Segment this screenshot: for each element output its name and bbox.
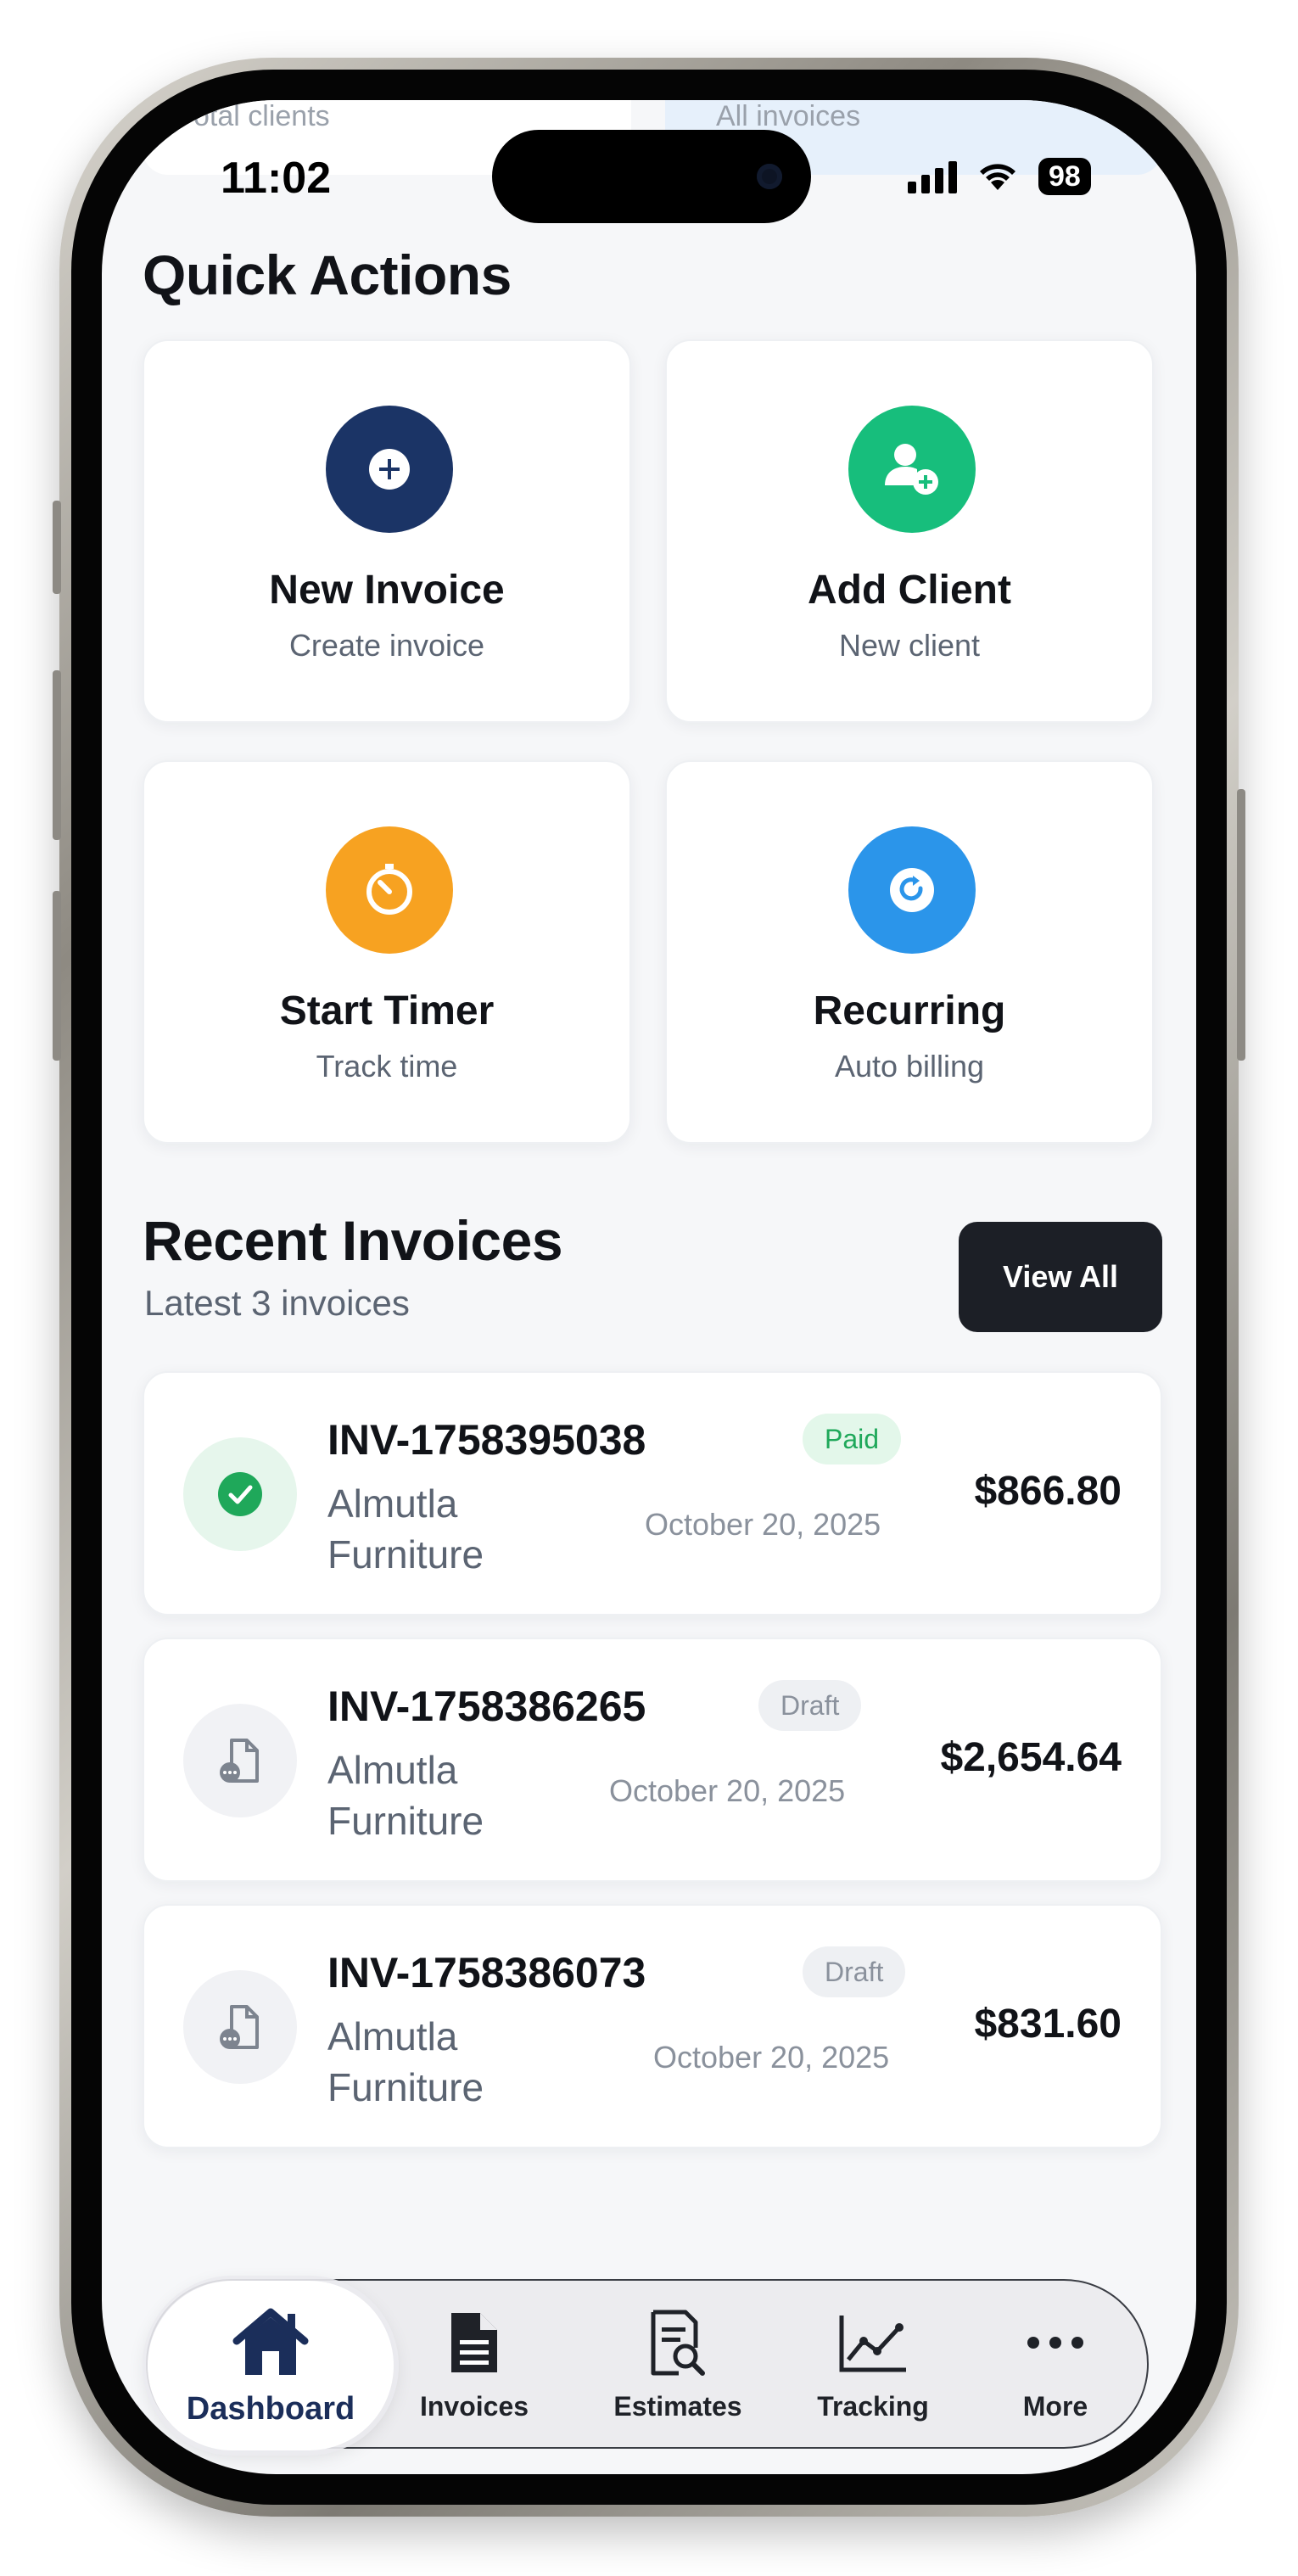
tab-invoices[interactable]: Invoices (411, 2281, 538, 2450)
side-button-action (53, 501, 61, 594)
status-indicators: 98 (908, 156, 1091, 197)
invoice-client: Almutla Furniture (327, 1748, 484, 1843)
invoice-number: INV-1758386073 (327, 1949, 646, 1996)
line-chart-icon (838, 2304, 908, 2381)
status-badge: Draft (803, 1946, 906, 1997)
invoice-client: Almutla Furniture (327, 1481, 484, 1576)
quick-actions-title: Quick Actions (143, 244, 512, 306)
new-invoice-card[interactable]: New Invoice Create invoice (143, 339, 631, 723)
tab-invoices-label: Invoices (419, 2391, 529, 2422)
timer-icon (326, 826, 453, 954)
plus-circle-icon (326, 406, 453, 533)
invoice-date: October 20, 2025 (609, 1773, 846, 1808)
recent-invoices-subtitle: Latest 3 invoices (144, 1283, 410, 1323)
add-client-label: Add Client (808, 568, 1011, 613)
invoice-date: October 20, 2025 (645, 1507, 881, 1542)
side-button-power (1237, 789, 1245, 1061)
tab-dashboard[interactable]: Dashboard (148, 2281, 394, 2450)
invoice-row[interactable]: INV-1758386073 Almutla Furniture Draft O… (143, 1904, 1162, 2148)
tab-bar: Dashboard Invoices Estimates Tracking Mo… (146, 2279, 1149, 2450)
draft-document-icon (183, 1970, 297, 2084)
document-search-icon (648, 2304, 708, 2381)
tab-dashboard-label: Dashboard (186, 2391, 355, 2427)
recurring-card[interactable]: Recurring Auto billing (665, 760, 1154, 1144)
draft-document-icon (183, 1704, 297, 1817)
recurring-label: Recurring (813, 988, 1006, 1033)
user-add-icon (848, 406, 976, 533)
invoice-number: INV-1758386265 (327, 1683, 646, 1730)
view-all-button[interactable]: View All (959, 1222, 1162, 1332)
status-time: 11:02 (221, 154, 332, 203)
stat-card-ghost-left-label: otal clients (193, 100, 330, 132)
recurring-sub: Auto billing (834, 1049, 985, 1084)
invoice-amount: $831.60 (974, 2002, 1122, 2047)
tab-tracking-label: Tracking (817, 2391, 929, 2422)
tab-more[interactable]: More (996, 2281, 1115, 2450)
battery-indicator: 98 (1038, 158, 1091, 195)
screen: otal clients All invoices 11:02 98 Quick… (102, 100, 1196, 2474)
tab-estimates-label: Estimates (613, 2391, 742, 2422)
status-badge: Paid (803, 1414, 902, 1464)
refresh-icon (848, 826, 976, 954)
start-timer-sub: Track time (316, 1049, 458, 1084)
cellular-signal-icon (908, 160, 957, 193)
start-timer-label: Start Timer (279, 988, 495, 1033)
invoice-amount: $2,654.64 (940, 1735, 1122, 1780)
document-icon (448, 2304, 501, 2381)
add-client-card[interactable]: Add Client New client (665, 339, 1154, 723)
side-button-volume-down (53, 891, 61, 1061)
tab-more-label: More (1022, 2391, 1088, 2422)
more-dots-icon (1026, 2304, 1085, 2381)
new-invoice-label: New Invoice (269, 568, 505, 613)
recent-invoices-title: Recent Invoices (143, 1209, 563, 1272)
stat-card-ghost-right-label: All invoices (716, 100, 861, 132)
home-icon (232, 2304, 310, 2381)
add-client-sub: New client (838, 628, 981, 663)
wifi-icon (980, 164, 1015, 190)
invoice-number: INV-1758395038 (327, 1416, 646, 1464)
invoice-amount: $866.80 (974, 1469, 1122, 1514)
tab-tracking[interactable]: Tracking (801, 2281, 945, 2450)
invoice-client: Almutla Furniture (327, 2014, 484, 2109)
invoice-row[interactable]: INV-1758395038 Almutla Furniture Paid Oc… (143, 1371, 1162, 1616)
paid-check-icon (183, 1437, 297, 1551)
camera-icon (757, 164, 782, 189)
tab-estimates[interactable]: Estimates (606, 2281, 750, 2450)
invoice-row[interactable]: INV-1758386265 Almutla Furniture Draft O… (143, 1638, 1162, 1882)
start-timer-card[interactable]: Start Timer Track time (143, 760, 631, 1144)
side-button-volume-up (53, 670, 61, 840)
invoice-date: October 20, 2025 (653, 2040, 890, 2075)
status-badge: Draft (758, 1680, 862, 1731)
dynamic-island (492, 130, 811, 223)
new-invoice-sub: Create invoice (288, 628, 485, 663)
